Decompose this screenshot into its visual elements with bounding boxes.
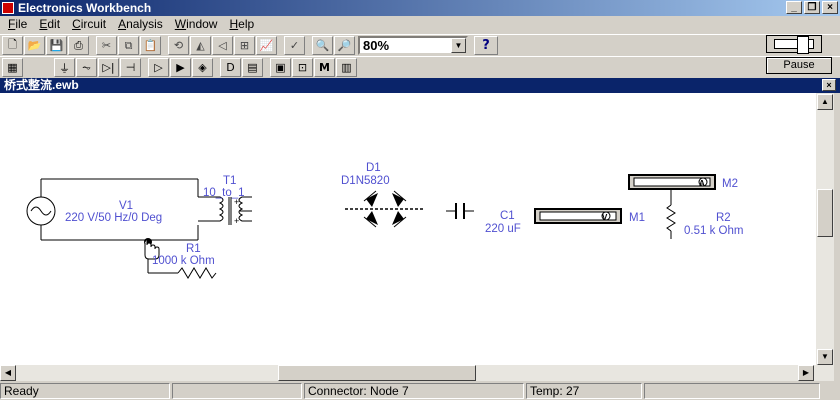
zoom-in-icon[interactable]: 🔎 — [334, 36, 355, 55]
main-toolbar: 🗋 📂 💾 ⎙ ✂ ⧉ 📋 ⟲ ◭ ◁ ⊞ 📈 ✓ 🔍 🔎 80% ▼ ? — [0, 34, 840, 56]
horizontal-scrollbar[interactable]: ◀ ▶ — [0, 365, 816, 381]
v1-name-label: V1 — [119, 200, 133, 212]
chevron-down-icon[interactable]: ▼ — [451, 38, 466, 53]
flip-vertical-icon[interactable]: ◁ — [212, 36, 233, 55]
transistors-bin-icon[interactable]: ⊣ — [120, 58, 141, 77]
graph-icon[interactable]: 📈 — [256, 36, 277, 55]
power-switch[interactable] — [766, 35, 822, 54]
open-folder-icon[interactable]: 📂 — [24, 36, 45, 55]
r1-name-label: R1 — [186, 243, 201, 255]
status-bar: Ready Connector: Node 7 Temp: 27 — [0, 383, 840, 400]
r1-value-label: 1000 k Ohm — [152, 255, 215, 267]
scroll-right-icon[interactable]: ▶ — [798, 365, 814, 381]
mixed-ics-bin-icon[interactable]: ▶ — [170, 58, 191, 77]
title-bar[interactable]: Electronics Workbench _ ❐ × — [0, 0, 840, 16]
indicators-bin-icon[interactable]: ▣ — [270, 58, 291, 77]
app-icon[interactable] — [2, 2, 14, 14]
save-icon[interactable]: 💾 — [46, 36, 67, 55]
analog-ics-bin-icon[interactable]: ▷ — [148, 58, 169, 77]
minimize-button[interactable]: _ — [786, 1, 802, 14]
power-switch-icon — [774, 36, 814, 54]
help-button[interactable]: ? — [474, 36, 498, 55]
sources-bin-icon[interactable]: ⏚ — [54, 58, 75, 77]
logic-gates-bin-icon[interactable]: D — [220, 58, 241, 77]
m1-mode-label: V — [602, 213, 608, 222]
r2-name-label: R2 — [716, 212, 731, 224]
d1-name-label: D1 — [366, 162, 381, 174]
new-file-icon[interactable]: 🗋 — [2, 36, 23, 55]
zoom-value: 80% — [363, 38, 390, 53]
menu-help[interactable]: Help — [223, 16, 260, 33]
document-title: 桥式整流.ewb — [4, 78, 79, 92]
app-window: Electronics Workbench _ ❐ × File Edit Circ… — [0, 0, 840, 400]
copy-icon[interactable]: ⧉ — [118, 36, 139, 55]
print-icon[interactable]: ⎙ — [68, 36, 89, 55]
status-empty-1 — [172, 383, 302, 399]
v1-value-label: 220 V/50 Hz/0 Deg — [65, 212, 162, 224]
circuit-schematic: + + V1 220 V/50 Hz/0 Deg T1 10_to_1 R1 1… — [26, 162, 743, 279]
d1-value-label: D1N5820 — [341, 175, 390, 187]
d1-bridge-rectifier[interactable] — [345, 190, 425, 228]
favorites-bin-icon[interactable]: ▦ — [2, 58, 23, 77]
status-connector: Connector: Node 7 — [304, 383, 524, 399]
t1-transformer[interactable]: + + — [198, 196, 252, 226]
vertical-scroll-thumb[interactable] — [817, 189, 833, 237]
diodes-bin-icon[interactable]: ▷| — [98, 58, 119, 77]
miscellaneous-bin-icon[interactable]: M — [314, 58, 335, 77]
svg-text:+: + — [234, 216, 239, 226]
horizontal-scroll-thumb[interactable] — [278, 365, 476, 381]
cut-icon[interactable]: ✂ — [96, 36, 117, 55]
digital-bin-icon[interactable]: ▤ — [242, 58, 263, 77]
m1-voltmeter[interactable] — [534, 208, 622, 224]
instruments-bin-icon[interactable]: ▥ — [336, 58, 357, 77]
m1-name-label: M1 — [629, 212, 645, 224]
circuit-canvas[interactable]: + + V1 220 V/50 Hz/0 Deg T1 10_to_1 R1 1… — [0, 93, 816, 365]
r2-resistor[interactable] — [666, 204, 676, 232]
vertical-scrollbar[interactable]: ▲ ▼ — [816, 93, 834, 381]
restore-button[interactable]: ❐ — [804, 1, 820, 14]
t1-name-label: T1 — [223, 175, 236, 187]
flip-horizontal-icon[interactable]: ◭ — [190, 36, 211, 55]
digital-ics-bin-icon[interactable]: ◈ — [192, 58, 213, 77]
zoom-out-icon[interactable]: 🔍 — [312, 36, 333, 55]
basic-bin-icon[interactable]: ⏦ — [76, 58, 97, 77]
menu-bar: File Edit Circuit Analysis Window Help — [0, 16, 840, 33]
r1-resistor[interactable] — [177, 267, 217, 279]
scroll-down-icon[interactable]: ▼ — [817, 349, 833, 365]
menu-analysis[interactable]: Analysis — [112, 16, 169, 33]
zoom-select[interactable]: 80% ▼ — [358, 36, 468, 55]
m2-mode-label: A — [699, 179, 705, 188]
rotate-icon[interactable]: ⟲ — [168, 36, 189, 55]
document-close-icon[interactable]: × — [822, 79, 836, 91]
m2-name-label: M2 — [722, 178, 738, 190]
scroll-left-icon[interactable]: ◀ — [0, 365, 16, 381]
menu-window[interactable]: Window — [169, 16, 224, 33]
create-subcircuit-icon[interactable]: ⊞ — [234, 36, 255, 55]
document-title-bar[interactable]: 桥式整流.ewb × — [0, 78, 840, 93]
status-temp: Temp: 27 — [526, 383, 642, 399]
window-title: Electronics Workbench — [18, 1, 152, 15]
scroll-up-icon[interactable]: ▲ — [817, 94, 833, 110]
r2-value-label: 0.51 k Ohm — [684, 225, 743, 237]
component-properties-icon[interactable]: ✓ — [284, 36, 305, 55]
v1-source[interactable] — [26, 196, 56, 226]
close-button[interactable]: × — [822, 1, 838, 14]
status-empty-2 — [644, 383, 820, 399]
t1-value-label: 10_to_1 — [203, 187, 245, 199]
menu-edit[interactable]: Edit — [33, 16, 66, 33]
menu-file[interactable]: File — [2, 16, 33, 33]
c1-name-label: C1 — [500, 210, 515, 222]
status-ready: Ready — [0, 383, 170, 399]
c1-value-label: 220 uF — [485, 223, 521, 235]
controls-bin-icon[interactable]: ⊡ — [292, 58, 313, 77]
parts-bin-toolbar: ▦ ⏚ ⏦ ▷| ⊣ ▷ ▶ ◈ D ▤ ▣ ⊡ M ▥ — [0, 56, 840, 78]
menu-circuit[interactable]: Circuit — [66, 16, 112, 33]
paste-icon[interactable]: 📋 — [140, 36, 161, 55]
c1-capacitor[interactable] — [446, 203, 474, 219]
